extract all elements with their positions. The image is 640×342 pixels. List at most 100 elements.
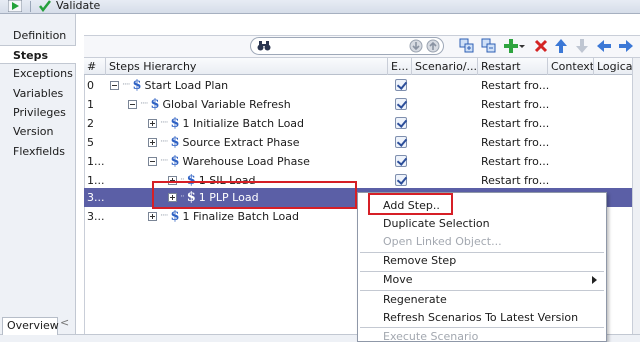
move-left-icon[interactable] [596,38,612,54]
col-header-restart[interactable]: Restart [478,58,548,75]
vertical-scrollbar[interactable] [632,58,640,334]
table-row[interactable]: 1... ···· $ Warehouse Load Phase Restart… [84,152,640,171]
tree-node: ···· $ 1 Finalize Batch Load [148,207,299,226]
tree-node: ···· $ Global Variable Refresh [128,95,291,114]
tab-overview[interactable]: Overview [2,317,59,335]
submenu-arrow-icon [592,276,597,284]
expand-icon[interactable] [148,119,157,128]
move-up-icon[interactable] [553,38,569,54]
enabled-checkbox[interactable] [395,79,407,91]
nav-item-exceptions[interactable]: Exceptions [0,64,76,83]
row-number: 1 [87,98,94,111]
tree-connector: ···· [140,99,149,109]
enabled-checkbox[interactable] [395,174,407,186]
step-icon: $ [170,135,180,150]
menu-item-open-linked-object[interactable]: Open Linked Object... [358,232,606,251]
search-up-icon[interactable] [425,38,441,54]
tree-connector: ···· [160,156,169,166]
step-icon: $ [150,97,160,112]
menu-item-remove-step[interactable]: Remove Step [358,251,606,270]
step-name: Source Extract Phase [182,136,300,149]
tree-connector: ···· [122,80,131,90]
restart-value: Restart fro... [481,155,550,168]
row-number: 5 [87,136,94,149]
collapse-all-icon[interactable] [481,38,497,54]
menu-item-move-label: Move [383,273,413,286]
table-row[interactable]: 0 ···· $ Start Load Plan Restart fro... [84,76,640,95]
expand-icon[interactable] [148,212,157,221]
tree-connector: ···· [160,118,169,128]
tree-node: ···· $ Start Load Plan [110,76,228,95]
nav-item-privileges[interactable]: Privileges [0,103,76,122]
step-name: 1 Finalize Batch Load [182,210,299,223]
step-icon: $ [170,116,180,131]
enabled-checkbox[interactable] [395,98,407,110]
highlight-add-step [368,193,453,215]
move-right-icon[interactable] [618,38,634,54]
run-icon[interactable] [8,0,22,12]
step-icon: $ [170,209,180,224]
table-row[interactable]: 5 ···· $ Source Extract Phase Restart fr… [84,133,640,152]
restart-value: Restart fro... [481,79,550,92]
tree-node: ···· $ Warehouse Load Phase [148,152,310,171]
step-icon: $ [132,78,142,93]
tree-connector: ···· [160,211,169,221]
top-toolbar: Validate [0,0,640,14]
col-header-steps-hierarchy[interactable]: Steps Hierarchy [106,58,388,75]
row-number: 1... [87,155,105,168]
highlight-selected-step [152,181,357,209]
row-number: 2 [87,117,94,130]
nav-item-version[interactable]: Version [0,122,76,141]
delete-icon[interactable] [533,38,549,54]
tree-node: ···· $ 1 Initialize Batch Load [148,114,304,133]
nav-item-definition[interactable]: Definition [0,26,76,45]
enabled-checkbox[interactable] [395,155,407,167]
enabled-checkbox[interactable] [395,136,407,148]
restart-value: Restart fro... [481,136,550,149]
scroll-left-icon[interactable]: < [60,316,69,329]
table-row[interactable]: 2 ···· $ 1 Initialize Batch Load Restart… [84,114,640,133]
search-down-icon[interactable] [408,38,424,54]
nav-item-variables[interactable]: Variables [0,84,76,103]
step-name: 1 Initialize Batch Load [182,117,305,130]
chevron-down-icon[interactable] [518,38,526,54]
enabled-checkbox[interactable] [395,117,407,129]
col-header-enabled[interactable]: E... [388,58,412,75]
move-down-icon[interactable] [574,38,590,54]
row-number: 0 [87,79,94,92]
restart-value: Restart fro... [481,117,550,130]
validate-label: Validate [56,0,101,12]
left-nav: Definition Steps Exceptions Variables Pr… [0,14,76,342]
col-header-scenario[interactable]: Scenario/... [412,58,478,75]
tree-node: ···· $ Source Extract Phase [148,133,300,152]
col-header-context[interactable]: Context [548,58,594,75]
menu-item-duplicate-selection[interactable]: Duplicate Selection [358,214,606,233]
menu-item-execute-scenario[interactable]: Execute Scenario [358,327,606,342]
binoculars-icon [257,41,271,51]
nav-item-flexfields[interactable]: Flexfields [0,142,76,161]
menu-item-refresh-scenarios[interactable]: Refresh Scenarios To Latest Version [358,308,606,327]
validate-button[interactable]: Validate [38,0,100,12]
checkmark-icon [39,0,51,12]
tree-connector: ···· [160,137,169,147]
step-icon: $ [170,154,180,169]
step-name: Warehouse Load Phase [182,155,310,168]
toolbar-separator [30,1,31,12]
collapse-icon[interactable] [148,157,157,166]
menu-item-regenerate[interactable]: Regenerate [358,290,606,309]
add-step-icon[interactable] [503,38,519,54]
table-row[interactable]: 1 ···· $ Global Variable Refresh Restart… [84,95,640,114]
restart-value: Restart fro... [481,98,550,111]
step-name: Global Variable Refresh [162,98,291,111]
menu-item-move[interactable]: Move [358,270,606,289]
collapse-icon[interactable] [128,100,137,109]
expand-all-icon[interactable] [459,38,475,54]
row-number: 3... [87,210,105,223]
nav-item-steps[interactable]: Steps [0,45,76,64]
expand-icon[interactable] [148,138,157,147]
row-number: 3... [87,191,105,204]
table-header: # Steps Hierarchy E... Scenario/... Rest… [84,58,640,75]
collapse-icon[interactable] [110,81,119,90]
col-header-number[interactable]: # [84,58,106,75]
step-name: Start Load Plan [144,79,229,92]
